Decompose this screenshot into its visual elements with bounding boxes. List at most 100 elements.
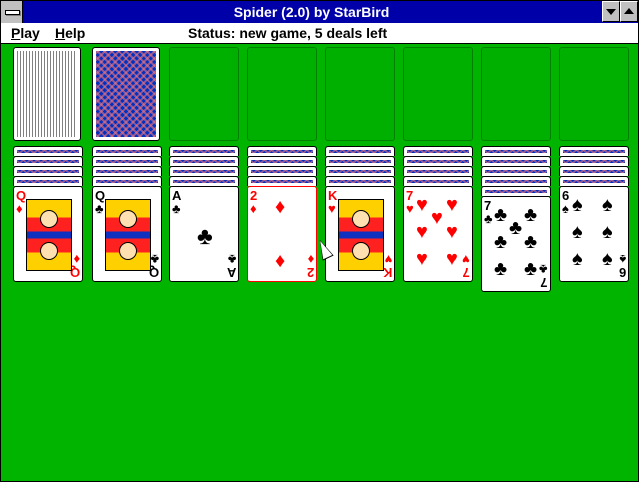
hidden-card <box>13 176 83 186</box>
card-pip: ♣ <box>494 258 508 280</box>
menu-help[interactable]: Help <box>55 25 85 41</box>
foundation-slot-1[interactable] <box>169 47 239 141</box>
hidden-card <box>325 166 395 176</box>
spider-window: Spider (2.0) by StarBird Play Help Statu… <box>0 0 639 482</box>
tableau-card[interactable]: K ♥ K ♥ <box>325 186 395 282</box>
hidden-card <box>169 176 239 186</box>
face-head <box>40 242 58 260</box>
hidden-card <box>403 166 473 176</box>
card-pip: ♣ <box>494 204 508 226</box>
card-rank-top: 7 ♣ <box>484 198 493 226</box>
foundation-slot-3[interactable] <box>325 47 395 141</box>
card-pip: ♥ <box>431 207 443 229</box>
menu-play[interactable]: Play <box>11 25 40 41</box>
maximize-button[interactable] <box>620 1 638 22</box>
card-pip: ♥ <box>446 221 458 243</box>
tableau-card[interactable]: 7 ♥ 7 ♥ ♥ ♥ ♥ ♥ ♥ ♥ ♥ <box>403 186 473 282</box>
hidden-card <box>92 156 162 166</box>
card-rank-top: K ♥ <box>328 188 338 216</box>
card-pip: ♥ <box>416 194 428 216</box>
foundation-slot-2[interactable] <box>247 47 317 141</box>
card-rank-bottom: 6 ♠ <box>618 252 626 280</box>
tableau-card[interactable]: 6 ♠ 6 ♠ ♠ ♠ ♠ ♠ ♠ ♠ <box>559 186 629 282</box>
hidden-card <box>92 176 162 186</box>
card-pip: ♠ <box>602 248 613 270</box>
hidden-card <box>92 166 162 176</box>
system-menu-button[interactable] <box>1 1 23 23</box>
menu-play-label: lay <box>20 25 40 41</box>
hidden-card <box>403 176 473 186</box>
hidden-card <box>481 156 551 166</box>
card-pip: ♦ <box>275 196 286 218</box>
stock-pile[interactable] <box>13 47 81 141</box>
hidden-card <box>559 146 629 156</box>
hidden-card <box>325 146 395 156</box>
card-pip: ♥ <box>416 248 428 270</box>
card-rank-top: Q ♣ <box>95 188 106 216</box>
face-head <box>40 210 58 228</box>
hidden-card <box>481 166 551 176</box>
card-pip: ♣ <box>197 223 213 250</box>
card-pip: ♥ <box>416 221 428 243</box>
face-head <box>119 210 137 228</box>
hidden-card <box>325 176 395 186</box>
hidden-card <box>559 166 629 176</box>
menu-play-accel: P <box>11 25 21 41</box>
tableau-card[interactable]: 2 ♦ 2 ♦ ♦ ♦ <box>247 186 317 282</box>
foundation-slot-5[interactable] <box>481 47 551 141</box>
minimize-arrow-icon <box>606 9 616 15</box>
face-head <box>352 242 370 260</box>
hidden-card <box>169 156 239 166</box>
hidden-card <box>247 166 317 176</box>
card-rank-top: 7 ♥ <box>406 188 414 216</box>
card-rank-bottom: 7 ♥ <box>462 252 470 280</box>
hidden-card <box>403 146 473 156</box>
card-pip: ♣ <box>524 258 538 280</box>
foundation-slot-4[interactable] <box>403 47 473 141</box>
hidden-card <box>403 156 473 166</box>
hidden-card <box>325 156 395 166</box>
window-title: Spider (2.0) by StarBird <box>233 4 390 20</box>
status-text: Status: new game, 5 deals left <box>188 25 388 41</box>
tableau-card[interactable]: Q ♦ Q ♦ <box>13 186 83 282</box>
hidden-card <box>13 166 83 176</box>
menu-bar: Play Help Status: new game, 5 deals left <box>1 23 638 44</box>
card-pip: ♣ <box>524 231 538 253</box>
hidden-card <box>169 146 239 156</box>
card-rank-bottom: 2 ♦ <box>306 252 314 280</box>
face-card-art <box>338 199 384 271</box>
hidden-card <box>481 186 551 196</box>
hidden-card <box>13 146 83 156</box>
minimize-button[interactable] <box>602 1 620 22</box>
card-rank-top: Q ♦ <box>16 188 27 216</box>
hidden-card <box>481 176 551 186</box>
card-pip: ♣ <box>524 204 538 226</box>
card-rank-bottom: 7 ♣ <box>539 262 548 290</box>
card-pip: ♦ <box>275 250 286 272</box>
card-pip: ♠ <box>572 248 583 270</box>
tableau-card[interactable]: A ♣ A ♣ ♣ <box>169 186 239 282</box>
card-pip: ♥ <box>446 248 458 270</box>
card-rank-top: A ♣ <box>172 188 182 216</box>
tableau-card[interactable]: Q ♣ Q ♣ <box>92 186 162 282</box>
card-rank-top: 6 ♠ <box>562 188 570 216</box>
menu-help-label: elp <box>65 25 86 41</box>
hidden-card <box>169 166 239 176</box>
hidden-card <box>247 176 317 186</box>
foundation-slot-6[interactable] <box>559 47 629 141</box>
hidden-card <box>13 156 83 166</box>
face-card-art <box>26 199 72 271</box>
card-pip: ♥ <box>446 194 458 216</box>
face-head <box>352 210 370 228</box>
deal-pile[interactable] <box>92 47 160 141</box>
face-head <box>119 242 137 260</box>
maximize-arrow-icon <box>624 8 634 14</box>
hidden-card <box>481 146 551 156</box>
menu-help-accel: H <box>55 25 66 41</box>
card-rank-bottom: A ♣ <box>226 252 236 280</box>
system-menu-icon <box>5 10 20 15</box>
tableau-card[interactable]: 7 ♣ 7 ♣ ♣ ♣ ♣ ♣ ♣ ♣ ♣ <box>481 196 551 292</box>
hidden-card <box>247 146 317 156</box>
title-bar[interactable]: Spider (2.0) by StarBird <box>1 1 638 23</box>
face-card-art <box>105 199 151 271</box>
